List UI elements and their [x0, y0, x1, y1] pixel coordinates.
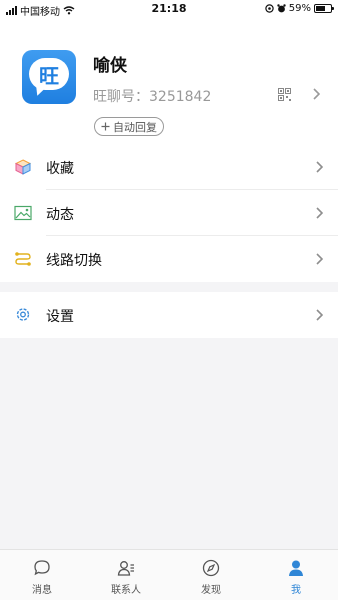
battery-percent: 59%	[288, 3, 311, 14]
tab-label-discover: 发现	[201, 585, 221, 596]
bottom-tab-bar: 消息 联系人 发现 我	[0, 549, 338, 600]
profile-id: 旺聊号：3251842	[93, 89, 212, 105]
menu-label-favorites: 收藏	[46, 161, 74, 177]
chevron-right-icon	[316, 207, 323, 219]
compass-icon	[202, 559, 220, 577]
tab-me[interactable]: 我	[254, 550, 338, 600]
tab-label-contacts: 联系人	[111, 585, 141, 596]
avatar-char: 旺	[29, 58, 69, 90]
chevron-right-icon[interactable]	[313, 88, 320, 100]
battery-icon	[314, 4, 334, 13]
profile-name: 喻侠	[93, 56, 127, 76]
auto-reply-label: 自动回复	[113, 120, 157, 134]
chevron-right-icon	[316, 309, 323, 321]
menu-group-settings: 设置	[0, 292, 338, 338]
menu-label-settings: 设置	[46, 309, 74, 325]
tab-messages[interactable]: 消息	[0, 550, 84, 600]
menu-item-settings[interactable]: 设置	[0, 292, 338, 338]
alarm-icon	[277, 4, 286, 13]
qr-code-icon[interactable]	[278, 88, 291, 101]
plus-icon	[101, 122, 110, 131]
orientation-lock-icon	[265, 4, 274, 13]
chevron-right-icon	[316, 161, 323, 173]
menu-label-line-switch: 线路切换	[46, 253, 102, 269]
menu-item-moments[interactable]: 动态	[0, 190, 338, 236]
tab-discover[interactable]: 发现	[169, 550, 253, 600]
avatar[interactable]: 旺	[22, 50, 76, 104]
menu-label-moments: 动态	[46, 207, 74, 223]
menu-item-line-switch[interactable]: 线路切换	[0, 236, 338, 282]
tab-label-messages: 消息	[32, 585, 52, 596]
tab-label-me: 我	[291, 585, 301, 596]
route-icon	[15, 252, 31, 266]
status-right: 59%	[265, 3, 334, 14]
cube-icon	[14, 159, 32, 175]
chevron-right-icon	[316, 253, 323, 265]
chat-bubble-icon	[34, 560, 50, 576]
gear-icon	[16, 308, 30, 321]
menu-group-main: 收藏 动态 线路切换	[0, 144, 338, 282]
auto-reply-button[interactable]: 自动回复	[94, 117, 164, 136]
menu-item-favorites[interactable]: 收藏	[0, 144, 338, 190]
contacts-icon	[117, 561, 134, 576]
person-icon	[289, 560, 303, 576]
profile-card[interactable]: 旺 喻侠 旺聊号：3251842 自动回复	[0, 18, 338, 144]
tab-contacts[interactable]: 联系人	[84, 550, 168, 600]
status-bar: 中国移动 21:18 59%	[0, 0, 338, 18]
picture-icon	[14, 205, 32, 221]
